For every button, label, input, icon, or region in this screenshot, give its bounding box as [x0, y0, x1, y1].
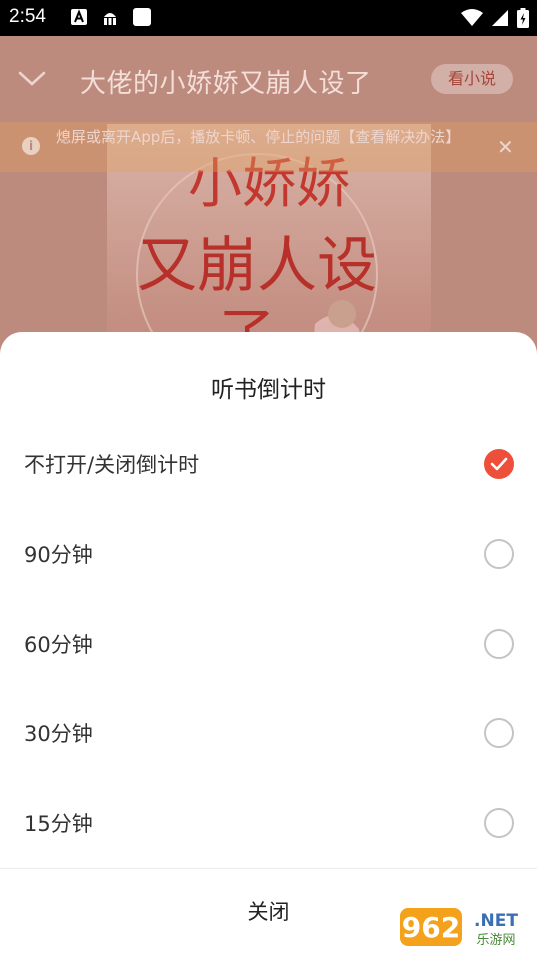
- notice-text[interactable]: 熄屏或离开App后，播放卡顿、停止的问题【查看解决办法】: [56, 126, 476, 148]
- read-novel-button[interactable]: 看小说: [431, 64, 513, 94]
- timer-option-off[interactable]: 不打开/关闭倒计时: [0, 419, 537, 509]
- timer-option-30[interactable]: 30分钟: [0, 688, 537, 778]
- sheet-title: 听书倒计时: [211, 377, 326, 403]
- battery-icon: [517, 8, 529, 28]
- sleep-timer-sheet: 听书倒计时 不打开/关闭倒计时 90分钟 60分钟 30分钟 15分钟 关闭: [0, 332, 537, 956]
- wifi-icon: [461, 9, 483, 26]
- svg-text:乐游网: 乐游网: [476, 933, 515, 948]
- signal-icon: [492, 10, 508, 26]
- option-label: 15分钟: [24, 812, 93, 836]
- book-title: 大佬的小娇娇又崩人设了: [80, 69, 372, 99]
- svg-text:又崩人设: 又崩人设: [137, 231, 377, 301]
- svg-text:962: 962: [402, 911, 460, 944]
- radio-unchecked-icon[interactable]: [484, 629, 514, 659]
- status-right-icons: [461, 7, 529, 29]
- option-label: 60分钟: [24, 633, 93, 657]
- option-label: 30分钟: [24, 722, 93, 746]
- timer-option-60[interactable]: 60分钟: [0, 599, 537, 689]
- timer-option-90[interactable]: 90分钟: [0, 509, 537, 599]
- android-icon: [104, 13, 116, 25]
- radio-unchecked-icon[interactable]: [484, 718, 514, 748]
- timer-option-15[interactable]: 15分钟: [0, 778, 537, 868]
- radio-unchecked-icon[interactable]: [484, 808, 514, 838]
- svg-text:.NET: .NET: [474, 911, 518, 931]
- playback-notice-banner[interactable]: i 熄屏或离开App后，播放卡顿、停止的问题【查看解决办法】 ✕: [0, 122, 537, 172]
- status-time: 2:54: [9, 6, 46, 27]
- option-label: 90分钟: [24, 543, 93, 567]
- radio-unchecked-icon[interactable]: [484, 539, 514, 569]
- notice-close-icon[interactable]: ✕: [497, 135, 514, 159]
- status-bar: 2:54: [0, 0, 537, 36]
- option-label: 不打开/关闭倒计时: [24, 453, 200, 477]
- notification-square-icon: [133, 8, 151, 26]
- player-header: 大佬的小娇娇又崩人设了 看小说: [0, 36, 537, 122]
- collapse-chevron-icon[interactable]: [16, 62, 48, 94]
- radio-checked-icon[interactable]: [484, 449, 514, 479]
- info-icon: i: [22, 137, 40, 155]
- site-watermark: 962 .NET 乐游网: [400, 908, 518, 948]
- font-a-icon: [71, 9, 87, 25]
